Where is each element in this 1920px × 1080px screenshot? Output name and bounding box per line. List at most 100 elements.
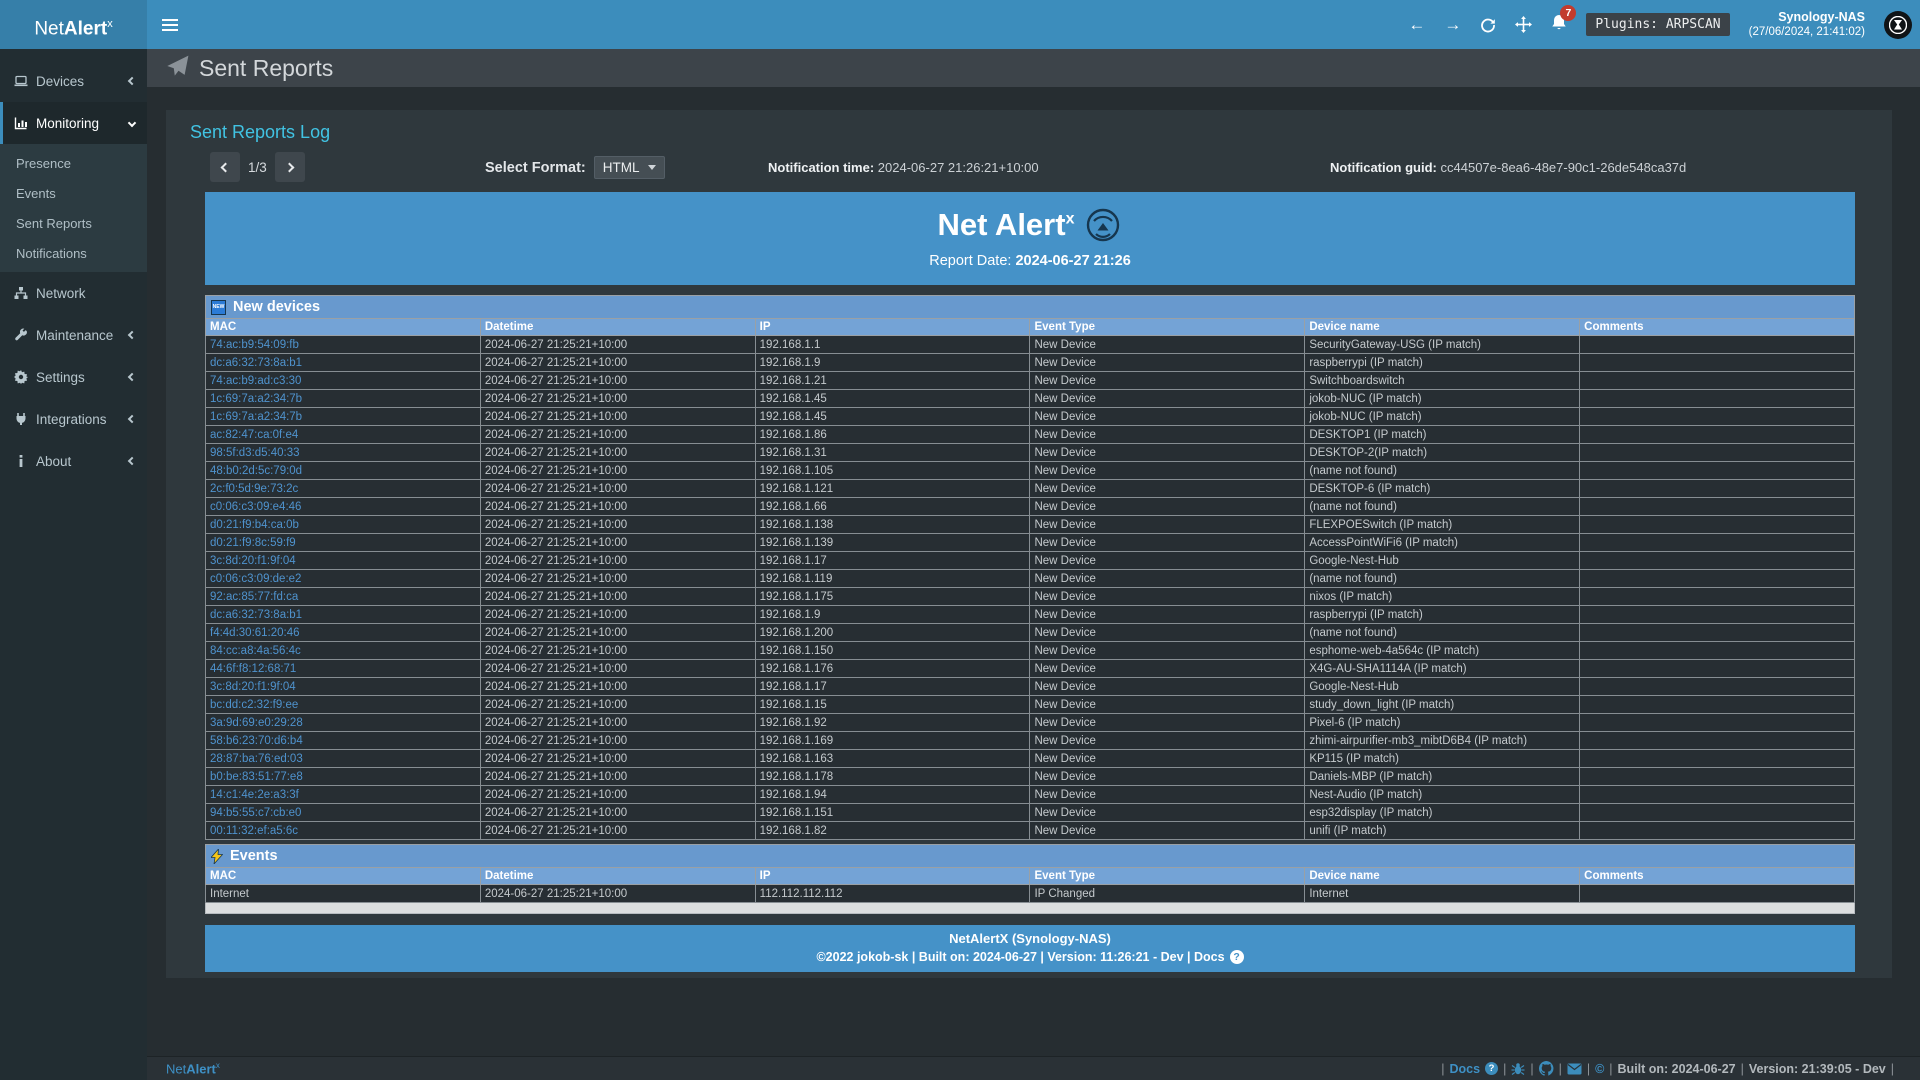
sidebar-item-notifications[interactable]: Notifications bbox=[0, 238, 147, 268]
mac-link[interactable]: 74:ac:b9:54:09:fb bbox=[206, 336, 481, 354]
sidebar-item-devices[interactable]: Devices bbox=[0, 60, 147, 102]
sidebar-item-presence[interactable]: Presence bbox=[0, 148, 147, 178]
empty-row bbox=[206, 903, 1855, 914]
mac-link[interactable]: ac:82:47:ca:0f:e4 bbox=[206, 426, 481, 444]
forward-icon[interactable]: → bbox=[1444, 16, 1461, 33]
sidebar-item-sent-reports[interactable]: Sent Reports bbox=[0, 208, 147, 238]
mac-link[interactable]: 3a:9d:69:e0:29:28 bbox=[206, 714, 481, 732]
page-footer: NetAlertx | Docs ? | | | | © | Built on:… bbox=[147, 1056, 1920, 1080]
previous-report-button[interactable] bbox=[210, 152, 240, 182]
mac-link[interactable]: 3c:8d:20:f1:9f:04 bbox=[206, 678, 481, 696]
table-cell: FLEXPOESwitch (IP match) bbox=[1305, 516, 1580, 534]
table-row: d0:21:f9:b4:ca:0b2024-06-27 21:25:21+10:… bbox=[206, 516, 1855, 534]
table-cell: 192.168.1.94 bbox=[755, 786, 1030, 804]
host-info[interactable]: Synology-NAS (27/06/2024, 21:41:02) bbox=[1749, 10, 1865, 40]
mac-link[interactable]: 48:b0:2d:5c:79:0d bbox=[206, 462, 481, 480]
mac-link[interactable]: 84:cc:a8:4a:56:4c bbox=[206, 642, 481, 660]
table-cell bbox=[1580, 678, 1855, 696]
column-header: Event Type bbox=[1030, 868, 1305, 885]
mac-link[interactable]: 2c:f0:5d:9e:73:2c bbox=[206, 480, 481, 498]
docs-question-icon[interactable]: ? bbox=[1485, 1062, 1498, 1075]
table-cell: New Device bbox=[1030, 462, 1305, 480]
table-cell: Nest-Audio (IP match) bbox=[1305, 786, 1580, 804]
table-cell: 2024-06-27 21:25:21+10:00 bbox=[480, 885, 755, 903]
column-header: Event Type bbox=[1030, 319, 1305, 336]
mac-link[interactable]: 74:ac:b9:ad:c3:30 bbox=[206, 372, 481, 390]
column-header: IP bbox=[755, 319, 1030, 336]
mac-link[interactable]: 28:87:ba:76:ed:03 bbox=[206, 750, 481, 768]
sidebar-item-events[interactable]: Events bbox=[0, 178, 147, 208]
sidebar-item-integrations[interactable]: Integrations bbox=[0, 398, 147, 440]
mac-link[interactable]: d0:21:f9:b4:ca:0b bbox=[206, 516, 481, 534]
chevron-down-icon bbox=[128, 119, 136, 127]
copyright-link[interactable]: © bbox=[1595, 1062, 1604, 1076]
app-logo[interactable]: NetAlertx bbox=[0, 0, 147, 49]
back-icon[interactable]: ← bbox=[1408, 16, 1425, 33]
mac-link[interactable]: 00:11:32:ef:a5:6c bbox=[206, 822, 481, 840]
sidebar: Devices Monitoring Presence Events Sent … bbox=[0, 49, 147, 1080]
table-cell bbox=[1580, 336, 1855, 354]
sidebar-toggle-button[interactable] bbox=[147, 0, 193, 49]
table-row: 3a:9d:69:e0:29:282024-06-27 21:25:21+10:… bbox=[206, 714, 1855, 732]
chevron-left-icon bbox=[128, 457, 136, 465]
page-title: Sent Reports bbox=[199, 55, 333, 82]
table-cell: 2024-06-27 21:25:21+10:00 bbox=[480, 354, 755, 372]
mac-link[interactable]: 92:ac:85:77:fd:ca bbox=[206, 588, 481, 606]
github-icon[interactable] bbox=[1539, 1061, 1554, 1076]
plugins-status-chip[interactable]: Plugins: ARPSCAN bbox=[1586, 13, 1729, 36]
table-cell: New Device bbox=[1030, 750, 1305, 768]
table-cell: 2024-06-27 21:25:21+10:00 bbox=[480, 372, 755, 390]
mac-link[interactable]: 1c:69:7a:a2:34:7b bbox=[206, 390, 481, 408]
mac-link[interactable]: bc:dd:c2:32:f9:ee bbox=[206, 696, 481, 714]
sidebar-item-maintenance[interactable]: Maintenance bbox=[0, 314, 147, 356]
email-icon[interactable] bbox=[1567, 1063, 1582, 1075]
mac-link[interactable]: 44:6f:f8:12:68:71 bbox=[206, 660, 481, 678]
mac-link[interactable]: c0:06:c3:09:e4:46 bbox=[206, 498, 481, 516]
sidebar-item-network[interactable]: Network bbox=[0, 272, 147, 314]
sidebar-item-monitoring[interactable]: Monitoring bbox=[0, 102, 147, 144]
table-cell: New Device bbox=[1030, 570, 1305, 588]
docs-help-icon[interactable]: ? bbox=[1230, 950, 1244, 964]
table-cell: 192.168.1.163 bbox=[755, 750, 1030, 768]
mac-link[interactable]: dc:a6:32:73:8a:b1 bbox=[206, 354, 481, 372]
mac-link[interactable]: dc:a6:32:73:8a:b1 bbox=[206, 606, 481, 624]
table-cell: New Device bbox=[1030, 660, 1305, 678]
mac-link[interactable]: 1c:69:7a:a2:34:7b bbox=[206, 408, 481, 426]
table-cell: Internet bbox=[1305, 885, 1580, 903]
docs-link[interactable]: Docs bbox=[1449, 1062, 1480, 1076]
mac-link[interactable]: d0:21:f9:8c:59:f9 bbox=[206, 534, 481, 552]
mac-link[interactable]: 94:b5:55:c7:cb:e0 bbox=[206, 804, 481, 822]
mac-link[interactable]: f4:4d:30:61:20:46 bbox=[206, 624, 481, 642]
move-pane-icon[interactable] bbox=[1515, 16, 1532, 33]
column-header: MAC bbox=[206, 868, 481, 885]
format-control: Select Format: HTML bbox=[485, 156, 665, 179]
table-cell bbox=[1580, 372, 1855, 390]
format-select[interactable]: HTML bbox=[594, 156, 666, 179]
mac-link[interactable]: 98:5f:d3:d5:40:33 bbox=[206, 444, 481, 462]
panel-title-link[interactable]: Sent Reports Log bbox=[190, 122, 330, 143]
notifications-bell-icon[interactable]: 7 bbox=[1551, 14, 1567, 36]
user-avatar[interactable] bbox=[1884, 11, 1912, 39]
mac-link[interactable]: 3c:8d:20:f1:9f:04 bbox=[206, 552, 481, 570]
table-row: 14:c1:4e:2e:a3:3f2024-06-27 21:25:21+10:… bbox=[206, 786, 1855, 804]
mac-link[interactable]: 14:c1:4e:2e:a3:3f bbox=[206, 786, 481, 804]
table-cell: 2024-06-27 21:25:21+10:00 bbox=[480, 750, 755, 768]
table-cell: New Device bbox=[1030, 426, 1305, 444]
table-cell: 2024-06-27 21:25:21+10:00 bbox=[480, 444, 755, 462]
sidebar-item-about[interactable]: About bbox=[0, 440, 147, 482]
mac-link[interactable]: c0:06:c3:09:de:e2 bbox=[206, 570, 481, 588]
mac-link[interactable]: b0:be:83:51:77:e8 bbox=[206, 768, 481, 786]
table-cell: 2024-06-27 21:25:21+10:00 bbox=[480, 570, 755, 588]
bug-report-icon[interactable] bbox=[1511, 1062, 1525, 1076]
next-report-button[interactable] bbox=[275, 152, 305, 182]
sidebar-item-settings[interactable]: Settings bbox=[0, 356, 147, 398]
netalertx-logo-icon bbox=[1084, 206, 1122, 244]
table-row: Internet2024-06-27 21:25:21+10:00112.112… bbox=[206, 885, 1855, 903]
host-timestamp: (27/06/2024, 21:41:02) bbox=[1749, 25, 1865, 39]
table-cell: New Device bbox=[1030, 642, 1305, 660]
report-footer-credits: ©2022 jokob-sk | Built on: 2024-06-27 | … bbox=[205, 950, 1855, 964]
mac-link[interactable]: 58:b6:23:70:d6:b4 bbox=[206, 732, 481, 750]
footer-brand[interactable]: NetAlertx bbox=[166, 1061, 220, 1076]
refresh-icon[interactable] bbox=[1480, 17, 1496, 33]
table-cell: New Device bbox=[1030, 822, 1305, 840]
